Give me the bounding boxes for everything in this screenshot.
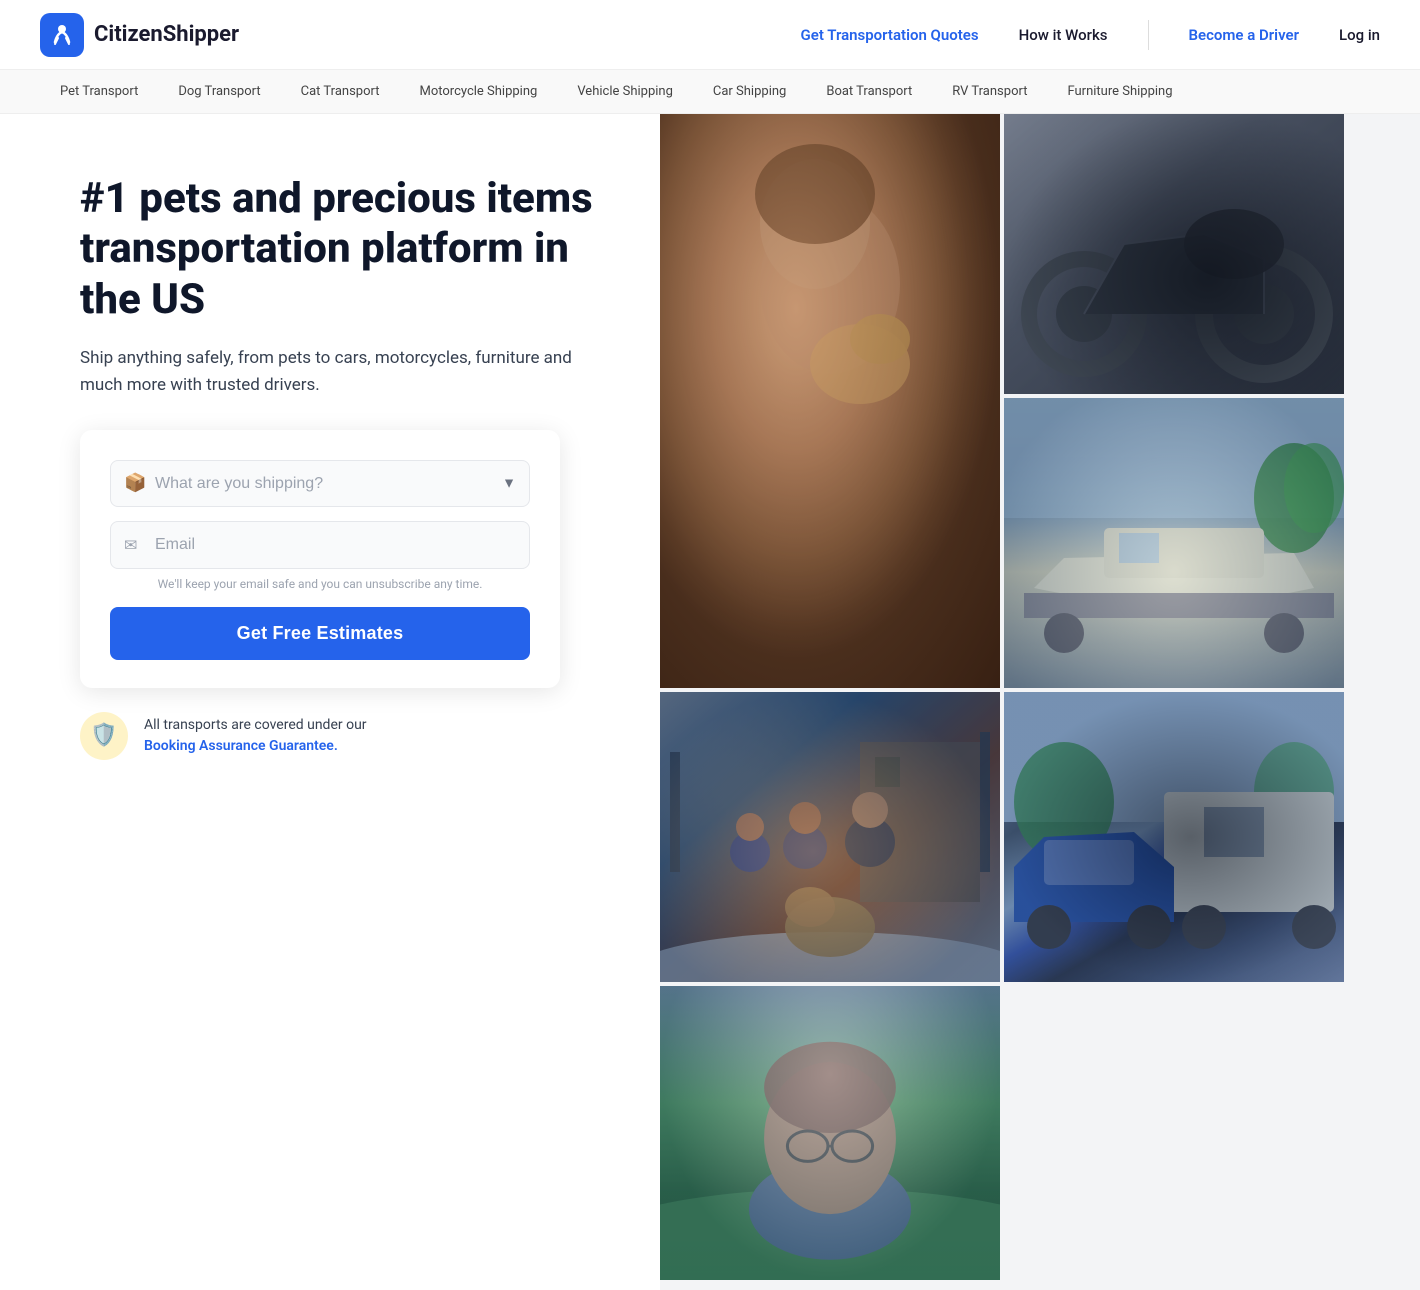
subnav-furniture-shipping[interactable]: Furniture Shipping xyxy=(1047,84,1192,99)
header-nav: Get Transportation Quotes How it Works B… xyxy=(801,20,1380,50)
photo-woman-dog xyxy=(660,114,1000,688)
hero-subtitle: Ship anything safely, from pets to cars,… xyxy=(80,345,600,399)
email-disclaimer: We'll keep your email safe and you can u… xyxy=(110,577,530,591)
assurance-link[interactable]: Booking Assurance Guarantee. xyxy=(144,738,338,754)
logo-text: CitizenShipper xyxy=(94,22,239,47)
email-input[interactable] xyxy=(110,521,530,569)
photo-motorcycle xyxy=(1004,114,1344,394)
get-quotes-link[interactable]: Get Transportation Quotes xyxy=(801,26,979,44)
nav-divider xyxy=(1148,20,1149,50)
shipping-type-select[interactable]: What are you shipping? Pet Transport Dog… xyxy=(110,460,530,507)
right-panel xyxy=(660,114,1420,1290)
how-it-works-link[interactable]: How it Works xyxy=(1019,26,1108,44)
logo-icon xyxy=(40,13,84,57)
photo-family-dog xyxy=(660,692,1000,982)
hero-title: #1 pets and precious items transportatio… xyxy=(80,174,600,325)
sub-nav: Pet Transport Dog Transport Cat Transpor… xyxy=(0,70,1420,114)
form-card: 📦 What are you shipping? Pet Transport D… xyxy=(80,430,560,688)
photo-car-truck xyxy=(1004,692,1344,982)
get-estimates-button[interactable]: Get Free Estimates xyxy=(110,607,530,660)
subnav-car-shipping[interactable]: Car Shipping xyxy=(693,84,806,99)
assurance-text: All transports are covered under our Boo… xyxy=(144,715,367,757)
shield-icon-wrap: 🛡️ xyxy=(80,712,128,760)
subnav-cat-transport[interactable]: Cat Transport xyxy=(281,84,400,99)
photo-man xyxy=(660,986,1000,1280)
login-link[interactable]: Log in xyxy=(1339,26,1380,44)
subnav-boat-transport[interactable]: Boat Transport xyxy=(806,84,932,99)
subnav-vehicle-shipping[interactable]: Vehicle Shipping xyxy=(557,84,693,99)
shipping-select-wrapper: 📦 What are you shipping? Pet Transport D… xyxy=(110,460,530,507)
photo-grid xyxy=(660,114,1420,1280)
header: CitizenShipper Get Transportation Quotes… xyxy=(0,0,1420,70)
subnav-dog-transport[interactable]: Dog Transport xyxy=(158,84,280,99)
subnav-rv-transport[interactable]: RV Transport xyxy=(932,84,1047,99)
shield-icon: 🛡️ xyxy=(90,723,117,748)
become-driver-link[interactable]: Become a Driver xyxy=(1189,26,1299,44)
box-icon: 📦 xyxy=(124,473,146,494)
subnav-motorcycle-shipping[interactable]: Motorcycle Shipping xyxy=(399,84,557,99)
subnav-pet-transport[interactable]: Pet Transport xyxy=(40,84,158,99)
assurance-row: 🛡️ All transports are covered under our … xyxy=(80,712,600,760)
logo[interactable]: CitizenShipper xyxy=(40,13,239,57)
main-content: #1 pets and precious items transportatio… xyxy=(0,114,1420,1290)
left-panel: #1 pets and precious items transportatio… xyxy=(0,114,660,1290)
photo-boat xyxy=(1004,398,1344,688)
email-wrapper: ✉ xyxy=(110,521,530,569)
email-icon: ✉ xyxy=(124,535,137,554)
